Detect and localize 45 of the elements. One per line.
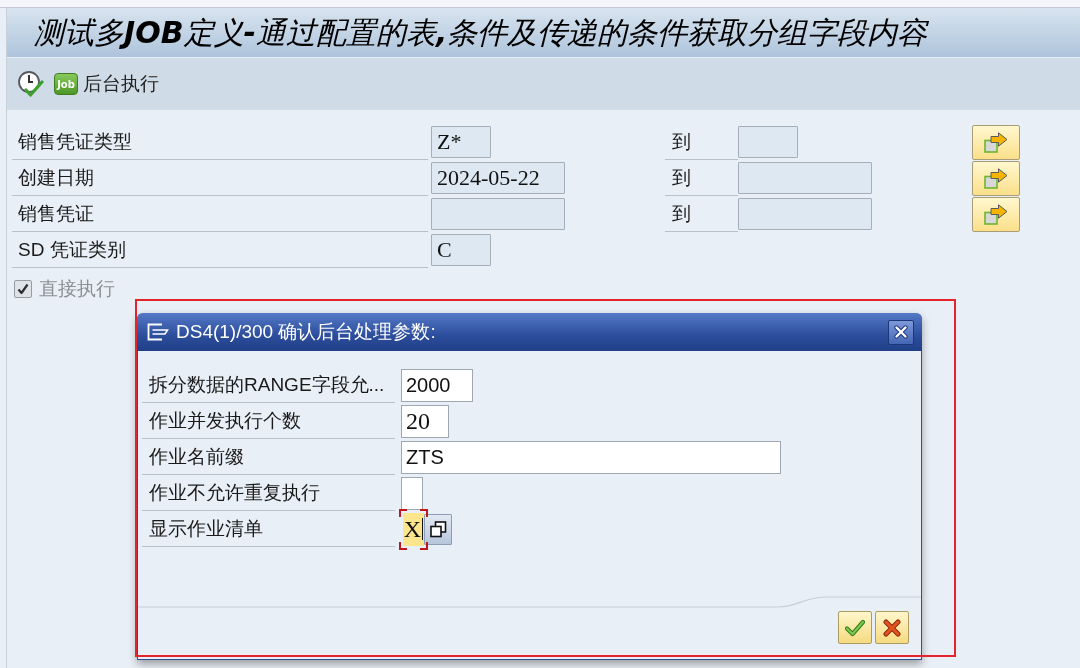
input-field[interactable]: C xyxy=(431,234,491,266)
page-title: 测试多JOB定义-通过配置的表,条件及传递的条件获取分组字段内容 xyxy=(34,13,928,52)
confirm-button[interactable] xyxy=(838,611,872,644)
job-icon: Job xyxy=(54,73,78,95)
field-label: 创建日期 xyxy=(18,165,94,190)
input-field[interactable] xyxy=(431,198,565,230)
arrow-out-icon xyxy=(984,168,1008,189)
field-label: 显示作业清单 xyxy=(149,516,263,541)
input-field[interactable]: X xyxy=(399,508,428,550)
field-label: 拆分数据的RANGE字段允... xyxy=(149,372,385,397)
input-field[interactable]: ZTS xyxy=(401,440,781,474)
input-field[interactable] xyxy=(401,476,423,510)
multiple-selection-button[interactable] xyxy=(972,197,1020,232)
multiple-selection-button[interactable] xyxy=(972,161,1020,196)
cross-icon xyxy=(882,618,902,637)
arrow-out-icon xyxy=(984,132,1008,153)
input-field[interactable]: Z* xyxy=(431,126,491,158)
input-field[interactable]: 2024-05-22 xyxy=(431,162,565,194)
field-label: 销售凭证类型 xyxy=(18,129,132,154)
field-label: SD 凭证类别 xyxy=(18,237,126,262)
checkbox-label: 直接执行 xyxy=(39,277,115,301)
input-field[interactable] xyxy=(738,198,872,230)
copy-icon xyxy=(429,520,447,538)
background-job-button[interactable]: Job 后台执行 xyxy=(54,71,159,97)
close-icon xyxy=(894,325,908,339)
input-field[interactable] xyxy=(738,162,872,194)
range-to-label: 到 xyxy=(672,201,691,226)
multiple-selection-button[interactable] xyxy=(972,125,1020,160)
input-field[interactable] xyxy=(738,126,798,158)
arrow-out-icon xyxy=(984,204,1008,225)
cancel-button[interactable] xyxy=(875,611,909,644)
checkmark-icon xyxy=(845,618,865,637)
dialog-title: DS4(1)/300 确认后台处理参数: xyxy=(176,320,437,344)
field-label: 作业不允许重复执行 xyxy=(149,480,320,505)
field-label: 作业名前缀 xyxy=(149,444,244,469)
clock-check-icon[interactable] xyxy=(18,70,44,98)
window-icon xyxy=(147,323,169,341)
checkmark-icon xyxy=(17,283,29,295)
close-button[interactable] xyxy=(888,319,914,345)
range-to-label: 到 xyxy=(672,129,691,154)
input-field[interactable]: 2000 xyxy=(401,368,473,402)
range-to-label: 到 xyxy=(672,165,691,190)
field-label: 销售凭证 xyxy=(18,201,94,226)
input-field[interactable]: 20 xyxy=(401,404,449,438)
field-label: 作业并发执行个数 xyxy=(149,408,301,433)
